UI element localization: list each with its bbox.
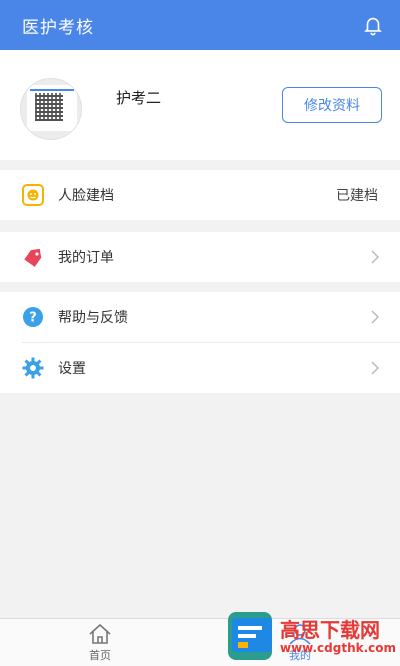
tag-icon xyxy=(22,246,44,268)
help-settings-group: ? 帮助与反馈 设置 xyxy=(0,292,400,393)
help-feedback-row[interactable]: ? 帮助与反馈 xyxy=(0,292,400,342)
top-bar: 医护考核 xyxy=(0,0,400,50)
help-feedback-label: 帮助与反馈 xyxy=(58,310,128,326)
tab-home[interactable]: 首页 xyxy=(0,619,200,666)
my-orders-label: 我的订单 xyxy=(58,250,114,266)
orders-group: 我的订单 xyxy=(0,232,400,282)
face-scan-icon xyxy=(22,184,44,206)
edit-profile-button[interactable]: 修改资料 xyxy=(282,87,382,123)
settings-row[interactable]: 设置 xyxy=(0,343,400,393)
home-icon xyxy=(89,623,111,644)
page-title: 医护考核 xyxy=(22,17,94,38)
chevron-right-icon xyxy=(371,361,380,375)
face-profile-label: 人脸建档 xyxy=(58,188,114,204)
face-group: 人脸建档 已建档 xyxy=(0,170,400,220)
chevron-right-icon xyxy=(371,310,380,324)
profile-card: 护考二 修改资料 xyxy=(0,50,400,160)
svg-text:?: ? xyxy=(29,311,37,326)
bell-icon[interactable] xyxy=(360,12,386,38)
username: 护考二 xyxy=(116,89,162,107)
settings-label: 设置 xyxy=(58,361,86,377)
watermark-text: 高思下载网 xyxy=(280,618,380,642)
question-icon: ? xyxy=(22,306,44,328)
chevron-right-icon xyxy=(371,250,380,264)
watermark-logo: 高思下载网 www.cdgthk.com xyxy=(200,608,400,666)
tab-home-label: 首页 xyxy=(89,648,111,662)
my-orders-row[interactable]: 我的订单 xyxy=(0,232,400,282)
face-profile-row[interactable]: 人脸建档 已建档 xyxy=(0,170,400,220)
avatar[interactable] xyxy=(20,78,82,140)
watermark-url: www.cdgthk.com xyxy=(280,641,397,655)
gear-icon xyxy=(22,357,44,379)
face-profile-status: 已建档 xyxy=(336,188,378,204)
